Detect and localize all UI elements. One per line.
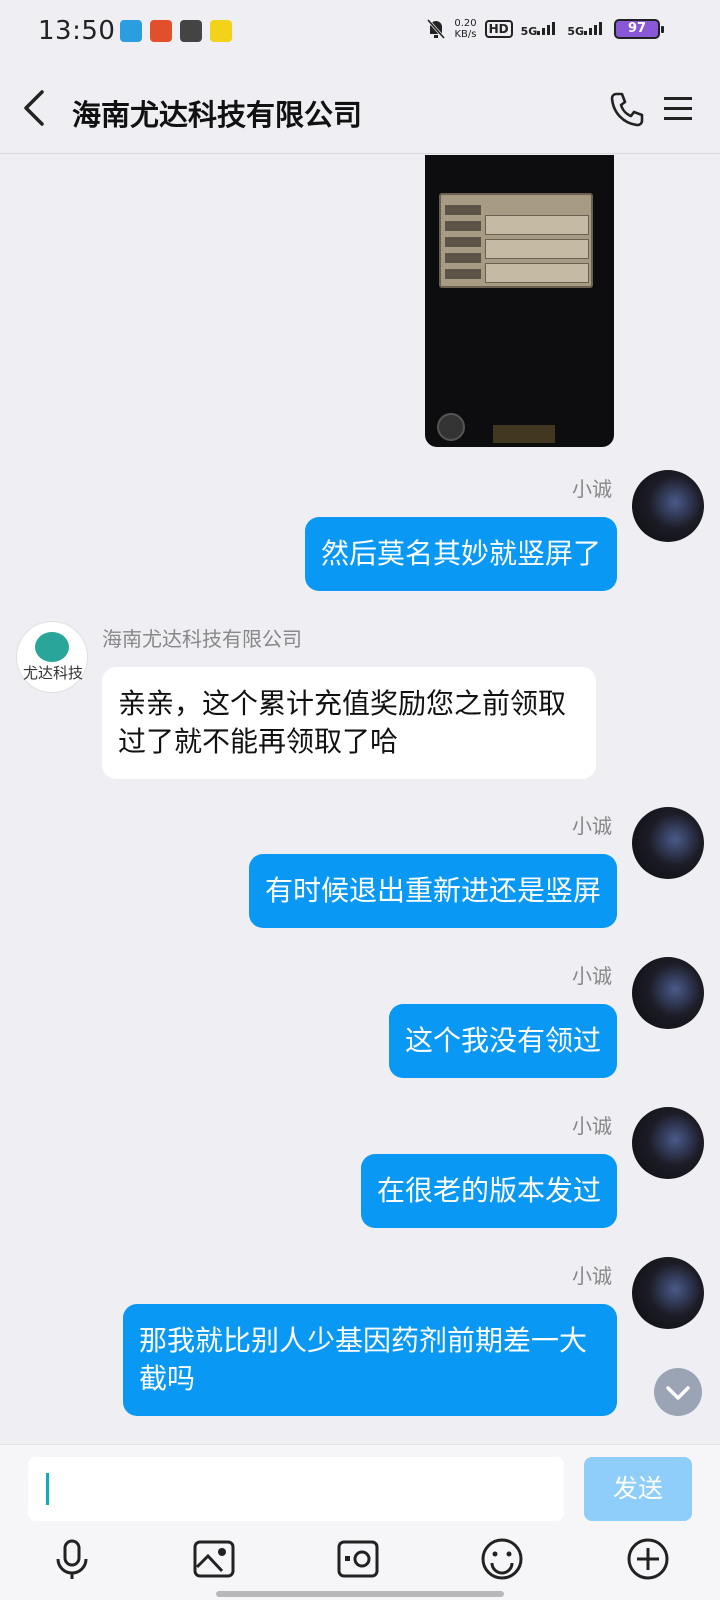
signal-bars-icon: [584, 21, 602, 35]
avatar[interactable]: [632, 1107, 704, 1179]
message-list[interactable]: 小诚 然后莫名其妙就竖屏了 尤达科技 海南尤达科技有限公司 亲亲，这个累计充值奖…: [0, 155, 720, 1444]
calendar-icon: [180, 20, 202, 42]
send-button[interactable]: 发送: [584, 1457, 692, 1521]
message-bubble[interactable]: 那我就比别人少基因药剂前期差一大截吗: [123, 1304, 617, 1416]
screenshot-reward-row: [485, 263, 589, 283]
sim1-signal: 5G: [521, 21, 560, 38]
chat-title: 海南尤达科技有限公司: [72, 98, 363, 132]
screenshot-menu-item: [445, 221, 481, 231]
signal-bars-icon: [537, 21, 556, 35]
telegram-icon: [120, 20, 142, 42]
text-cursor: [46, 1473, 49, 1505]
back-arrow-icon[interactable]: [20, 88, 50, 128]
avatar[interactable]: [632, 1257, 704, 1329]
screenshot-game-panel: [439, 193, 593, 288]
image-message-screenshot[interactable]: [425, 155, 614, 447]
camera-icon[interactable]: [336, 1537, 380, 1581]
sim2-signal: 5G: [567, 21, 606, 38]
network-speed-value: 0.20: [454, 18, 477, 29]
home-indicator[interactable]: [216, 1591, 504, 1597]
composer-bar: 发送: [0, 1444, 720, 1600]
notification-icons: [120, 20, 232, 42]
network-speed: 0.20 KB/s: [454, 18, 476, 40]
message-bubble[interactable]: 然后莫名其妙就竖屏了: [304, 517, 617, 591]
screenshot-menu-item: [445, 205, 481, 215]
company-logo-text: 尤达科技: [22, 664, 83, 682]
screenshot-reward-row: [485, 215, 589, 235]
phone-call-icon[interactable]: [608, 90, 646, 128]
plus-icon[interactable]: [626, 1537, 670, 1581]
scroll-to-bottom-button[interactable]: [654, 1368, 702, 1416]
message-input[interactable]: [28, 1457, 564, 1521]
sender-name: 小诚: [572, 964, 612, 988]
sender-name: 小诚: [572, 814, 612, 838]
screenshot-menu-item: [445, 237, 481, 247]
sender-name: 小诚: [572, 477, 612, 501]
microphone-icon[interactable]: [50, 1537, 94, 1581]
sender-name: 海南尤达科技有限公司: [102, 627, 302, 651]
status-bar: 13:50 0.20 KB/s HD 5G 5G 97: [0, 0, 720, 64]
sender-name: 小诚: [572, 1114, 612, 1138]
image-icon[interactable]: [192, 1537, 236, 1581]
network-speed-unit: KB/s: [454, 29, 477, 40]
emoji-icon[interactable]: [480, 1537, 524, 1581]
company-logo-icon: [35, 632, 69, 662]
avatar[interactable]: [632, 957, 704, 1029]
message-bubble[interactable]: 这个我没有领过: [388, 1004, 617, 1078]
avatar[interactable]: [632, 807, 704, 879]
news-app-icon: [210, 20, 232, 42]
menu-icon[interactable]: [662, 94, 694, 124]
message-bubble[interactable]: 在很老的版本发过: [360, 1154, 617, 1228]
status-time: 13:50: [38, 16, 116, 46]
message-bubble[interactable]: 亲亲，这个累计充值奖励您之前领取过了就不能再领取了哈: [102, 667, 596, 779]
screenshot-menu-item: [445, 269, 481, 279]
screenshot-hotbar: [493, 425, 555, 443]
screenshot-menu-item: [445, 253, 481, 263]
hd-voice-badge: HD: [484, 20, 513, 38]
mute-bell-icon: [427, 19, 446, 39]
avatar[interactable]: [632, 470, 704, 542]
screenshot-joystick: [437, 413, 465, 441]
chevron-down-icon: [666, 1386, 690, 1400]
message-bubble[interactable]: 有时候退出重新进还是竖屏: [248, 854, 617, 928]
company-avatar[interactable]: 尤达科技: [16, 621, 88, 693]
screenshot-reward-row: [485, 239, 589, 259]
sender-name: 小诚: [572, 1264, 612, 1288]
sim2-type: 5G: [567, 24, 584, 38]
battery-indicator: 97: [614, 19, 664, 39]
app-icon: [150, 20, 172, 42]
chat-header: 海南尤达科技有限公司: [0, 64, 720, 154]
status-indicators: 0.20 KB/s HD 5G 5G 97: [426, 18, 664, 40]
sim1-type: 5G: [520, 24, 538, 38]
